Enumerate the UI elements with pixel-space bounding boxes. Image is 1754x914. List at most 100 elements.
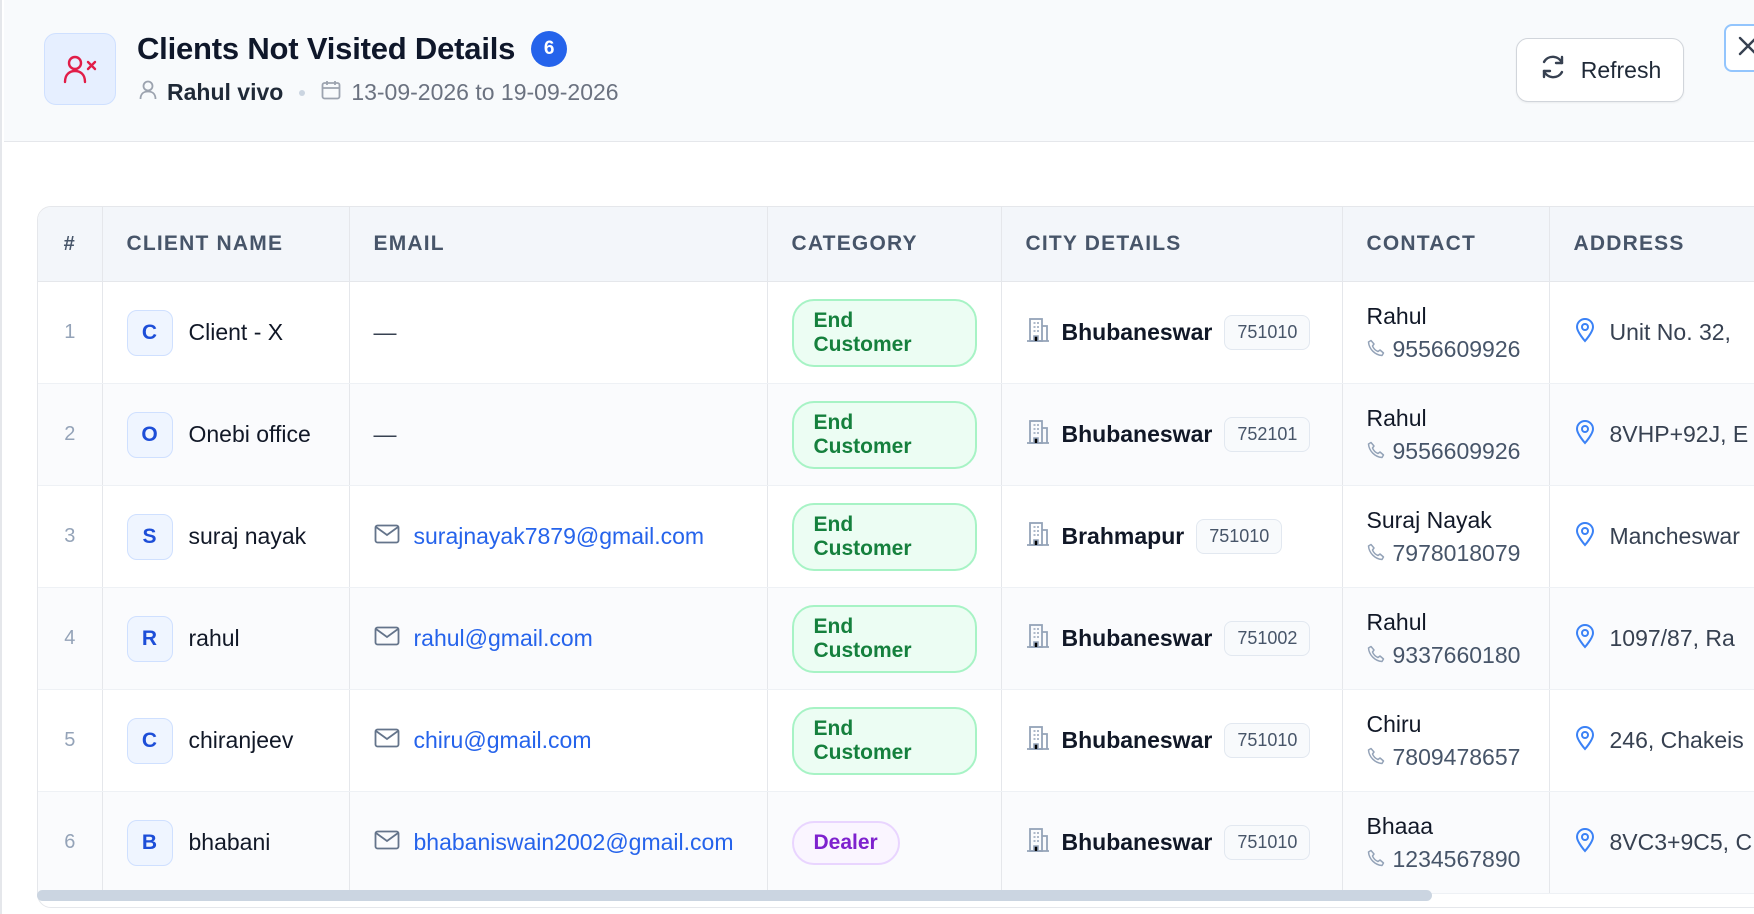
contact-name: Rahul — [1366, 404, 1427, 431]
city-name: Bhubaneswar — [1061, 625, 1213, 651]
user-x-icon — [44, 33, 116, 105]
column-header-index[interactable]: # — [38, 207, 103, 282]
client-avatar: B — [126, 819, 173, 866]
column-header-address[interactable]: ADDRESS — [1549, 207, 1754, 282]
pincode-badge: 751010 — [1224, 315, 1311, 350]
client-address: Mancheswar — [1609, 523, 1740, 549]
map-pin-icon — [1574, 419, 1596, 451]
contact-phone[interactable]: 9556609926 — [1393, 438, 1521, 465]
contact-phone[interactable]: 7978018079 — [1393, 540, 1521, 567]
contact-phone[interactable]: 9337660180 — [1393, 642, 1521, 669]
contact-name: Chiru — [1366, 710, 1422, 737]
client-avatar: C — [126, 717, 173, 764]
close-button[interactable] — [1724, 24, 1754, 72]
client-name: rahul — [188, 625, 240, 651]
client-name: suraj nayak — [188, 523, 307, 549]
client-avatar: O — [126, 411, 173, 458]
row-index: 1 — [38, 281, 103, 384]
phone-icon — [1367, 438, 1385, 465]
count-badge: 6 — [531, 31, 568, 67]
client-avatar: S — [126, 513, 173, 560]
city-name: Bhubaneswar — [1061, 319, 1213, 345]
client-address: 8VHP+92J, E — [1609, 421, 1749, 447]
date-range: 13-09-2026 to 19-09-2026 — [351, 79, 619, 105]
map-pin-icon — [1574, 623, 1596, 655]
refresh-icon — [1539, 53, 1567, 87]
contact-name: Rahul — [1366, 302, 1427, 329]
client-name: Client - X — [188, 319, 284, 345]
client-email-link[interactable]: surajnayak7879@gmail.com — [414, 523, 705, 550]
client-address: 246, Chakeis — [1609, 727, 1744, 753]
client-email-link[interactable]: chiru@gmail.com — [414, 727, 592, 754]
client-name: Onebi office — [188, 421, 311, 447]
column-header-category[interactable]: CATEGORY — [767, 207, 1002, 282]
map-pin-icon — [1574, 317, 1596, 349]
pincode-badge: 751010 — [1224, 825, 1311, 860]
category-badge: End Customer — [791, 400, 977, 469]
table-row[interactable]: 5 Cchiranjeev chiru@gmail.com End Customer B… — [38, 689, 1754, 792]
row-index: 3 — [38, 485, 103, 588]
table-row[interactable]: 6 Bbhabani bhabaniswain2002@gmail.com Deale… — [38, 791, 1754, 894]
city-name: Brahmapur — [1061, 523, 1185, 549]
user-name: Rahul vivo — [167, 79, 284, 105]
row-index: 6 — [38, 791, 103, 894]
pincode-badge: 751002 — [1224, 621, 1311, 656]
client-name: bhabani — [188, 829, 271, 855]
client-email-link[interactable]: bhabaniswain2002@gmail.com — [414, 829, 734, 856]
category-badge: End Customer — [791, 298, 977, 367]
contact-name: Rahul — [1366, 608, 1427, 635]
page-title: Clients Not Visited Details — [137, 31, 516, 66]
contact-name: Suraj Nayak — [1366, 506, 1492, 533]
contact-phone[interactable]: 9556609926 — [1393, 336, 1521, 363]
column-header-client-name[interactable]: CLIENT NAME — [102, 207, 350, 282]
phone-icon — [1367, 336, 1385, 363]
pincode-badge: 751010 — [1224, 723, 1311, 758]
column-header-contact[interactable]: CONTACT — [1342, 207, 1550, 282]
client-address: 1097/87, Ra — [1609, 625, 1735, 651]
column-header-email[interactable]: EMAIL — [349, 207, 768, 282]
table-row[interactable]: 3 Ssuraj nayak surajnayak7879@gmail.com End… — [38, 485, 1754, 588]
contact-phone[interactable]: 1234567890 — [1393, 846, 1521, 873]
building-icon — [1026, 317, 1050, 349]
client-address: 8VC3+9C5, C — [1609, 829, 1753, 855]
refresh-label: Refresh — [1580, 56, 1662, 83]
table-header-row: # CLIENT NAME EMAIL CATEGORY CITY DETAIL… — [38, 207, 1754, 282]
modal: Clients Not Visited Details 6 Rahul vivo… — [0, 0, 1754, 914]
table-row[interactable]: 2 O Onebi office — End Customer Bhubaneswar 75… — [38, 383, 1754, 486]
city-name: Bhubaneswar — [1061, 727, 1213, 753]
mail-icon — [374, 727, 400, 754]
horizontal-scrollbar[interactable] — [37, 890, 1432, 901]
client-avatar: C — [126, 309, 173, 356]
map-pin-icon — [1574, 521, 1596, 553]
phone-icon — [1367, 846, 1385, 873]
column-header-city-details[interactable]: CITY DETAILS — [1001, 207, 1343, 282]
building-icon — [1026, 623, 1050, 655]
pincode-badge: 751010 — [1196, 519, 1283, 554]
pincode-badge: 752101 — [1224, 417, 1311, 452]
building-icon — [1026, 419, 1050, 451]
contact-phone[interactable]: 7809478657 — [1393, 744, 1521, 771]
client-email-empty: — — [373, 421, 397, 447]
building-icon — [1026, 827, 1050, 859]
city-name: Bhubaneswar — [1061, 421, 1213, 447]
phone-icon — [1367, 540, 1385, 567]
user-icon — [139, 79, 157, 106]
refresh-button[interactable]: Refresh — [1516, 38, 1684, 102]
table-row[interactable]: 4 Rrahul rahul@gmail.com End Customer Bhuban… — [38, 587, 1754, 690]
clients-table: # CLIENT NAME EMAIL CATEGORY CITY DETAIL… — [37, 206, 1754, 908]
category-badge: End Customer — [791, 604, 977, 673]
client-name: chiranjeev — [188, 727, 294, 753]
client-email-link[interactable]: rahul@gmail.com — [414, 625, 593, 652]
row-index: 5 — [38, 689, 103, 792]
client-email-empty: — — [373, 319, 397, 345]
client-address: Unit No. 32, — [1609, 319, 1731, 345]
table-row[interactable]: 1 C Client - X — End Customer Bhubaneswar 7510… — [38, 281, 1754, 384]
close-icon — [1737, 35, 1754, 62]
separator-dot — [299, 89, 306, 96]
category-badge: End Customer — [791, 502, 977, 571]
mail-icon — [374, 523, 400, 550]
row-index: 2 — [38, 383, 103, 486]
calendar-icon — [321, 79, 341, 106]
building-icon — [1026, 725, 1050, 757]
row-index: 4 — [38, 587, 103, 690]
